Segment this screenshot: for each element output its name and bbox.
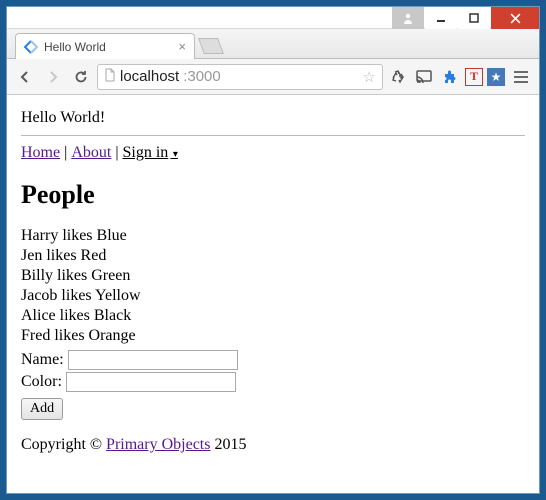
puzzle-icon[interactable] [439, 66, 461, 88]
back-button[interactable] [13, 65, 37, 89]
reload-button[interactable] [69, 65, 93, 89]
list-item: Jacob likes Yellow [21, 286, 525, 306]
nav-separator: | [115, 144, 118, 161]
name-row: Name: [21, 350, 525, 370]
favicon-icon [24, 40, 38, 54]
nav-separator: | [64, 144, 67, 161]
name-input[interactable] [68, 350, 238, 370]
signin-label: Sign in [123, 144, 169, 161]
color-row: Color: [21, 372, 525, 392]
forward-button[interactable] [41, 65, 65, 89]
tab-strip: Hello World × [7, 29, 539, 59]
browser-tab[interactable]: Hello World × [15, 33, 195, 59]
minimize-button[interactable] [425, 7, 457, 29]
hamburger-menu-button[interactable] [509, 65, 533, 89]
name-label: Name: [21, 351, 64, 369]
tab-close-icon[interactable]: × [178, 39, 186, 54]
copyright-prefix: Copyright © [21, 436, 106, 453]
t-extension-icon[interactable]: T [465, 68, 483, 86]
url-port: :3000 [183, 68, 221, 85]
nav-about-link[interactable]: About [71, 144, 111, 161]
footer-link[interactable]: Primary Objects [106, 436, 210, 453]
list-item: Alice likes Black [21, 306, 525, 326]
list-item: Harry likes Blue [21, 226, 525, 246]
recycle-icon[interactable] [387, 66, 409, 88]
address-bar[interactable]: localhost:3000 ☆ [97, 64, 383, 90]
color-input[interactable] [66, 372, 236, 392]
people-list: Harry likes Blue Jen likes Red Billy lik… [21, 226, 525, 346]
page-icon [104, 68, 116, 85]
new-tab-button[interactable] [198, 38, 224, 54]
people-heading: People [21, 180, 525, 210]
nav-signin-link[interactable]: Sign in ▾ [123, 144, 178, 161]
nav-home-link[interactable]: Home [21, 144, 60, 161]
list-item: Jen likes Red [21, 246, 525, 266]
cast-icon[interactable] [413, 66, 435, 88]
add-button[interactable]: Add [21, 398, 63, 420]
list-item: Fred likes Orange [21, 326, 525, 346]
star-extension-icon[interactable]: ★ [487, 68, 505, 86]
bookmark-star-icon[interactable]: ☆ [363, 68, 376, 86]
color-label: Color: [21, 373, 62, 391]
greeting-text: Hello World! [21, 109, 525, 127]
nav-links: Home|About|Sign in ▾ [21, 144, 525, 162]
tab-title: Hello World [44, 40, 106, 54]
list-item: Billy likes Green [21, 266, 525, 286]
close-button[interactable] [491, 7, 539, 29]
user-icon[interactable] [392, 7, 424, 29]
maximize-button[interactable] [458, 7, 490, 29]
dropdown-caret-icon: ▾ [170, 149, 178, 160]
toolbar: localhost:3000 ☆ T ★ [7, 59, 539, 95]
page-content: Hello World! Home|About|Sign in ▾ People… [7, 95, 539, 493]
divider [21, 135, 525, 136]
titlebar [7, 7, 539, 29]
browser-window: Hello World × localhost:3000 ☆ [6, 6, 540, 494]
url-host: localhost [120, 68, 179, 85]
footer: Copyright © Primary Objects 2015 [21, 436, 525, 454]
copyright-suffix: 2015 [210, 436, 246, 453]
